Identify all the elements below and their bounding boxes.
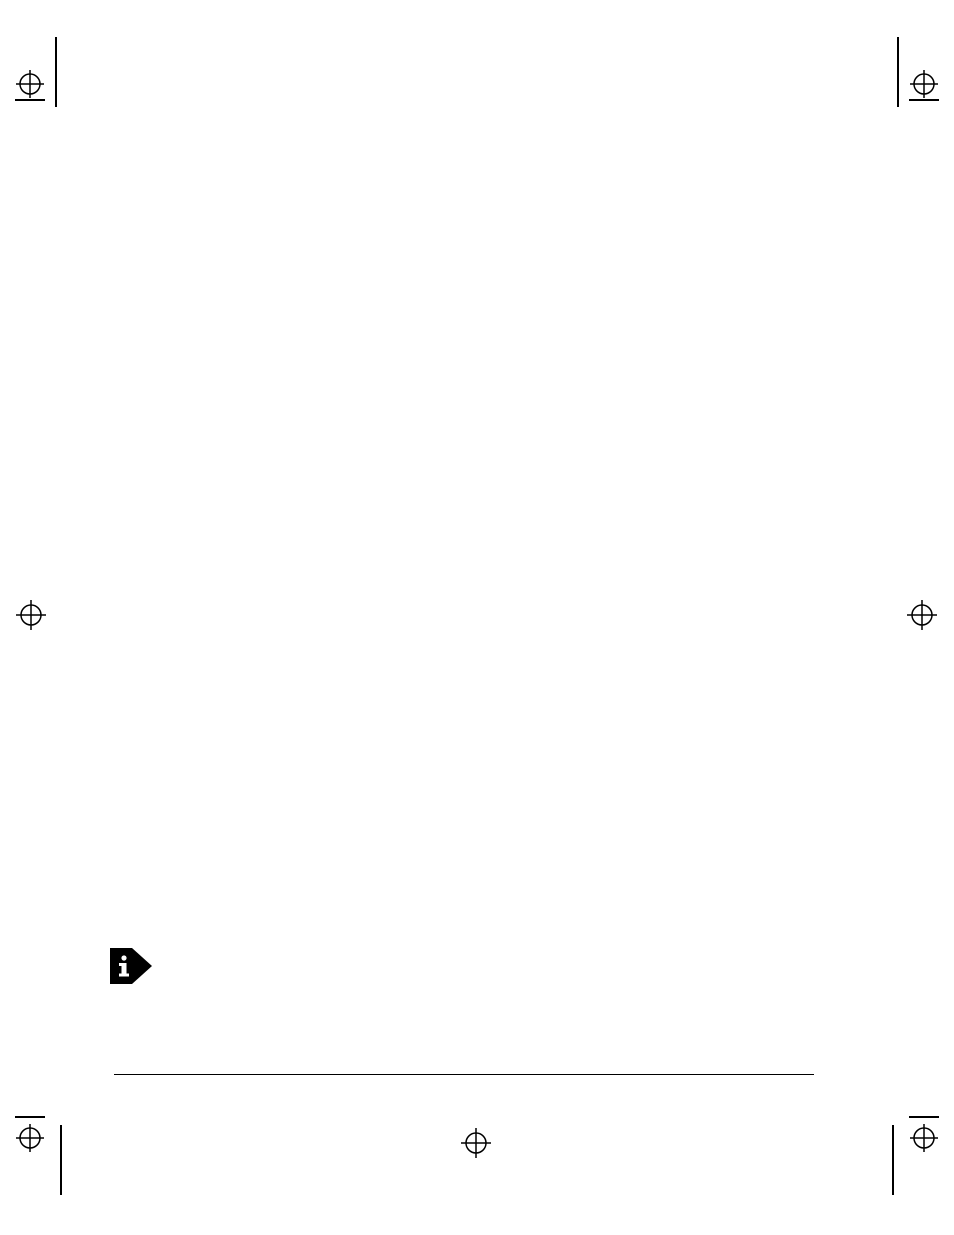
- registration-mark-right: [907, 600, 937, 630]
- info-arrow-icon: [110, 948, 152, 989]
- registration-mark-top-right: [889, 37, 939, 107]
- registration-mark-bottom-left: [15, 1110, 70, 1195]
- registration-mark-top-left: [15, 37, 65, 107]
- registration-mark-left: [16, 600, 46, 630]
- content-divider: [114, 1074, 814, 1075]
- registration-mark-bottom-center: [461, 1128, 491, 1158]
- registration-mark-bottom-right: [884, 1110, 939, 1195]
